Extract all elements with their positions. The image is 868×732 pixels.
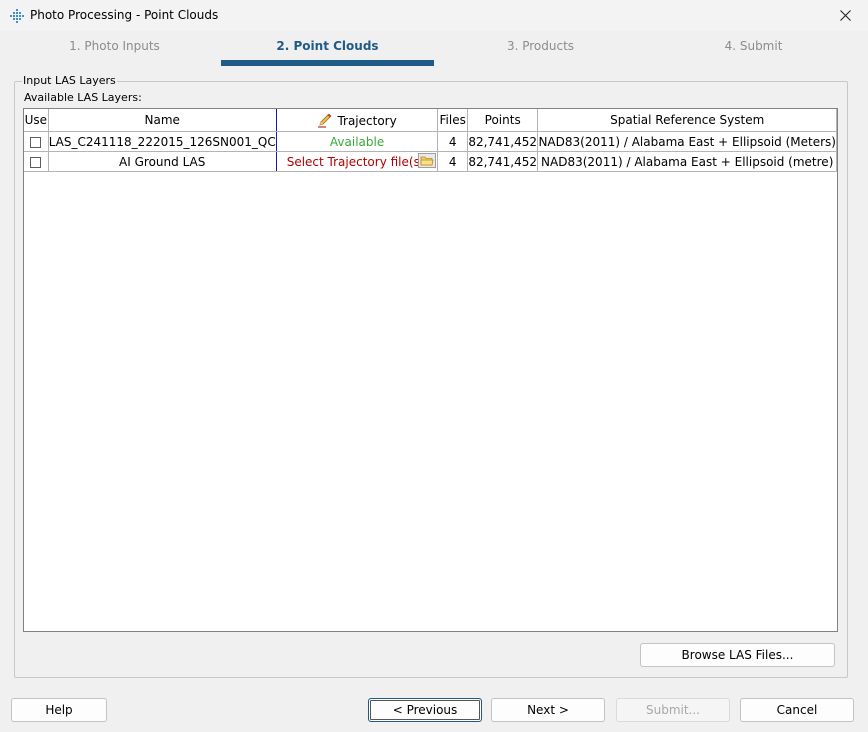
header-points[interactable]: Points: [467, 109, 539, 132]
wizard-steps: 1. Photo Inputs 2. Point Clouds 3. Produ…: [0, 31, 868, 68]
active-step-indicator: [221, 60, 434, 66]
available-las-layers-label: Available LAS Layers:: [24, 91, 142, 104]
use-cell: [24, 131, 49, 152]
close-icon: [839, 10, 851, 21]
files-cell: 4: [437, 131, 468, 152]
use-checkbox[interactable]: [30, 156, 42, 168]
header-use[interactable]: Use: [24, 109, 49, 132]
use-checkbox[interactable]: [30, 136, 42, 148]
window-title: Photo Processing - Point Clouds: [30, 8, 219, 22]
srs-cell: NAD83(2011) / Alabama East + Ellipsoid (…: [537, 131, 837, 152]
points-cell: 82,741,452: [467, 131, 539, 152]
pencil-icon: [318, 113, 332, 128]
header-srs[interactable]: Spatial Reference System: [537, 109, 837, 132]
next-button[interactable]: Next >: [491, 698, 605, 722]
select-trajectory-link[interactable]: Select Trajectory file(s)...: [287, 155, 436, 169]
cancel-button[interactable]: Cancel: [740, 698, 854, 722]
name-cell: AI Ground LAS: [48, 151, 277, 172]
header-trajectory-label: Trajectory: [337, 114, 397, 128]
table-row[interactable]: AI Ground LAS Select Trajectory file(s).…: [24, 151, 837, 172]
name-cell: LAS_C241118_222015_126SN001_QC: [48, 131, 277, 152]
trajectory-cell[interactable]: Select Trajectory file(s)...: [276, 151, 439, 172]
title-bar: Photo Processing - Point Clouds: [0, 0, 868, 31]
srs-cell: NAD83(2011) / Alabama East + Ellipsoid (…: [537, 151, 837, 172]
header-trajectory[interactable]: Trajectory: [276, 109, 439, 132]
step-photo-inputs[interactable]: 1. Photo Inputs: [8, 31, 221, 67]
group-title: Input LAS Layers: [22, 74, 117, 87]
close-button[interactable]: [822, 0, 868, 31]
folder-icon[interactable]: [418, 153, 437, 168]
use-cell: [24, 151, 49, 172]
help-button[interactable]: Help: [11, 698, 107, 722]
header-name[interactable]: Name: [48, 109, 277, 132]
app-icon: [10, 9, 24, 23]
grid-header-row: Use Name Trajectory Files Points Spatial…: [24, 109, 837, 132]
table-row[interactable]: LAS_C241118_222015_126SN001_QC Available…: [24, 131, 837, 152]
browse-las-files-button[interactable]: Browse LAS Files...: [640, 643, 835, 667]
points-cell: 82,741,452: [467, 151, 539, 172]
previous-button[interactable]: < Previous: [368, 698, 482, 722]
submit-button[interactable]: Submit...: [616, 698, 730, 722]
las-layers-grid[interactable]: Use Name Trajectory Files Points Spatial…: [23, 108, 838, 632]
files-cell: 4: [437, 151, 468, 172]
step-submit[interactable]: 4. Submit: [647, 31, 860, 67]
header-files[interactable]: Files: [437, 109, 468, 132]
trajectory-cell: Available: [276, 131, 439, 152]
step-products[interactable]: 3. Products: [434, 31, 647, 67]
